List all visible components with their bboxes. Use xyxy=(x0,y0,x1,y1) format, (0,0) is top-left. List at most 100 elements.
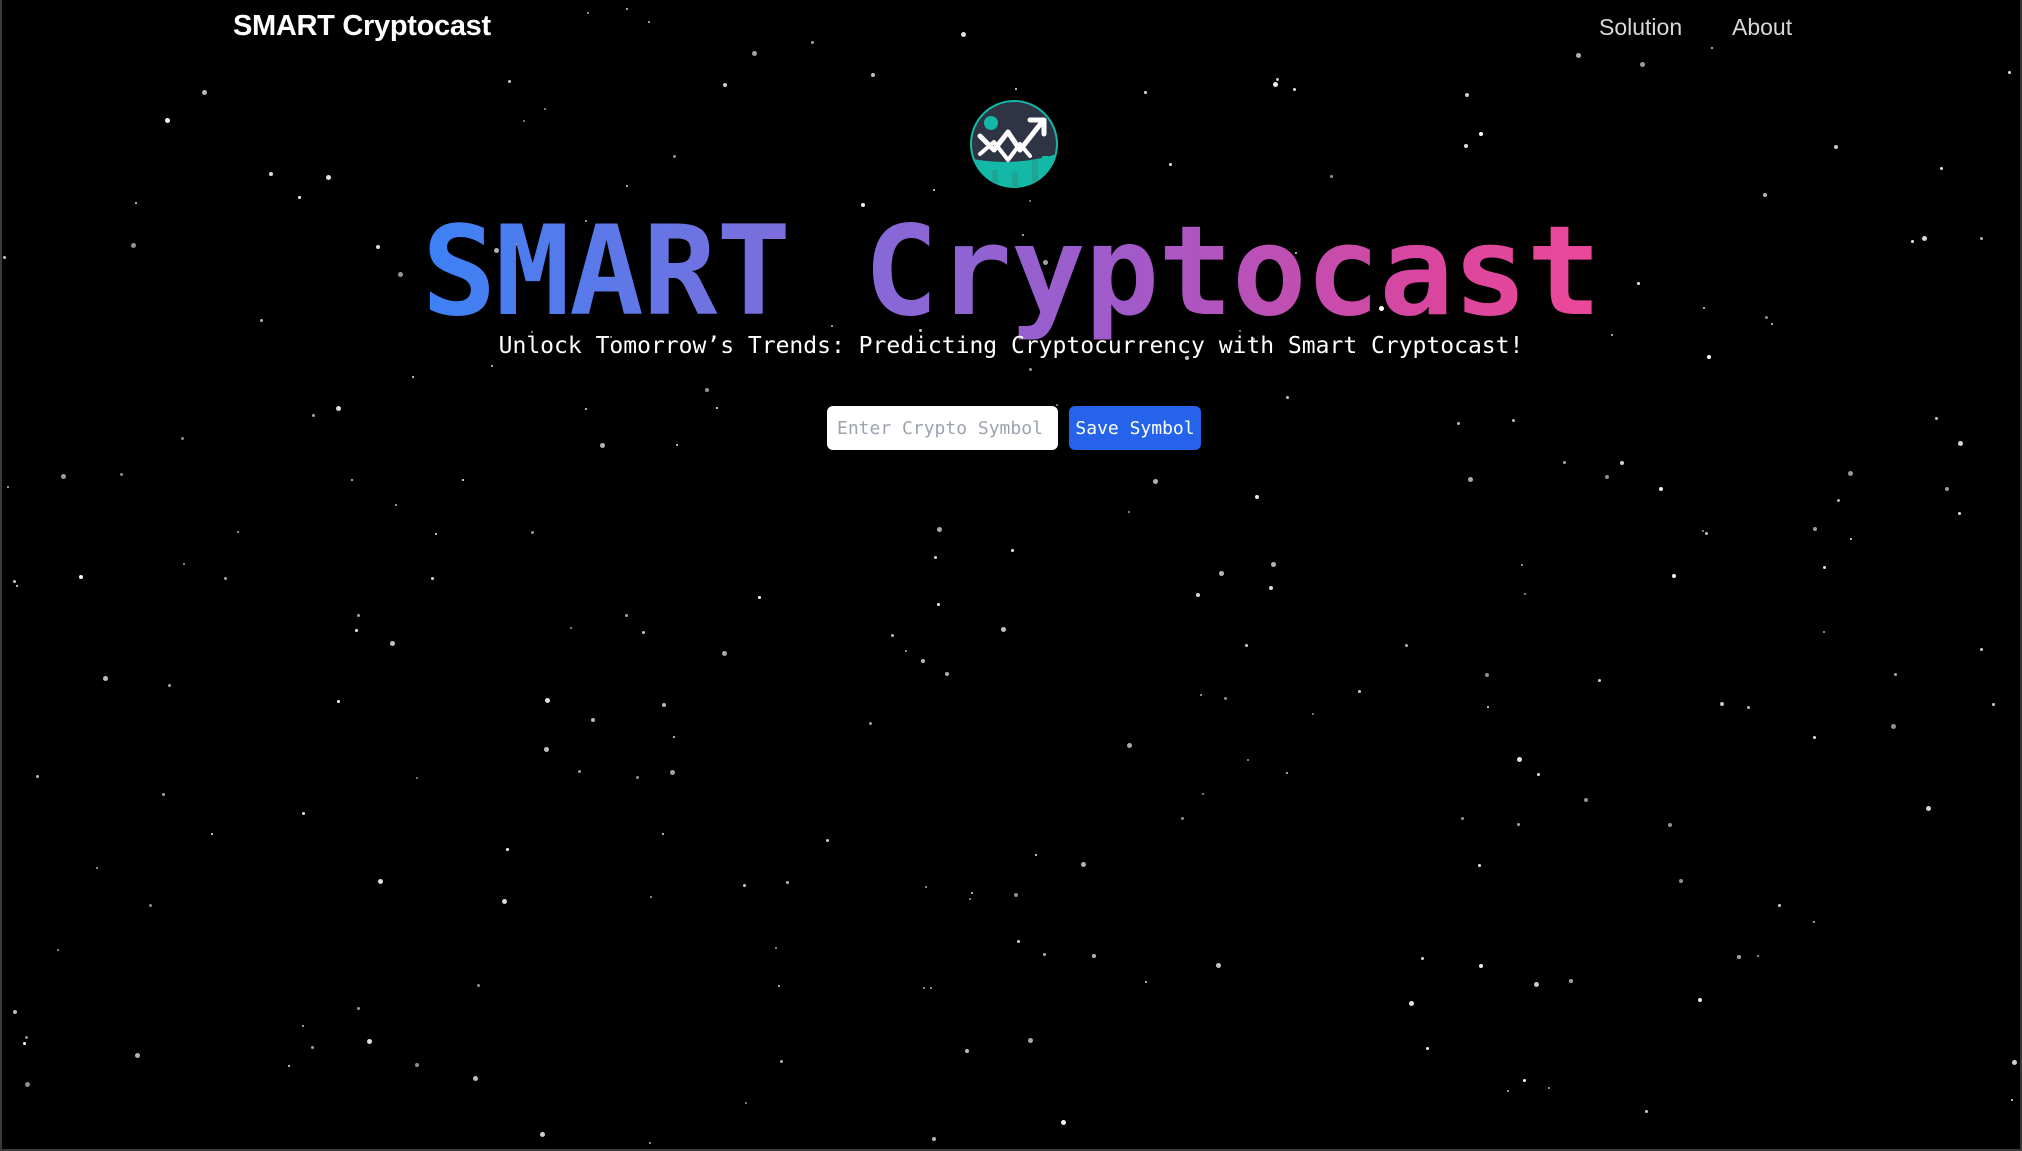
save-symbol-button[interactable]: Save Symbol xyxy=(1069,406,1201,450)
star-dot xyxy=(1672,574,1676,578)
star-dot xyxy=(183,563,185,565)
star-dot xyxy=(502,899,507,904)
star-dot xyxy=(1620,461,1624,465)
star-dot xyxy=(1487,706,1489,708)
star-dot xyxy=(302,812,305,815)
hero-title: SMART Cryptocast xyxy=(0,202,2022,342)
star-dot xyxy=(16,585,18,587)
star-dot xyxy=(1273,82,1278,87)
star-dot xyxy=(1426,1047,1429,1050)
star-dot xyxy=(477,984,480,987)
star-dot xyxy=(642,631,645,634)
star-dot xyxy=(1926,806,1931,811)
star-dot xyxy=(336,406,341,411)
star-dot xyxy=(1216,963,1221,968)
star-dot xyxy=(722,651,727,656)
star-dot xyxy=(473,1076,478,1081)
star-dot xyxy=(937,527,942,532)
star-dot xyxy=(1286,396,1289,399)
star-dot xyxy=(351,479,353,481)
star-dot xyxy=(1196,593,1200,597)
star-dot xyxy=(1200,694,1202,696)
star-dot xyxy=(1563,461,1566,464)
star-dot xyxy=(1778,904,1781,907)
star-dot xyxy=(1848,471,1853,476)
star-dot xyxy=(1478,864,1481,867)
star-dot xyxy=(25,1082,30,1087)
star-dot xyxy=(932,1137,936,1141)
star-dot xyxy=(1457,422,1460,425)
star-dot xyxy=(1524,593,1526,595)
star-dot xyxy=(1823,566,1826,569)
star-dot xyxy=(934,556,937,559)
star-dot xyxy=(1312,713,1314,715)
star-dot xyxy=(1517,757,1522,762)
star-dot xyxy=(103,676,108,681)
star-dot xyxy=(1255,495,1259,499)
star-dot xyxy=(1409,1001,1414,1006)
star-dot xyxy=(412,376,414,378)
star-dot xyxy=(1061,1120,1066,1125)
star-dot xyxy=(1011,549,1014,552)
crypto-symbol-input[interactable] xyxy=(827,406,1058,450)
star-dot xyxy=(302,1025,304,1027)
star-dot xyxy=(775,947,777,949)
star-dot xyxy=(1081,862,1086,867)
navbar: SMART Cryptocast Solution About xyxy=(0,0,2022,58)
star-dot xyxy=(625,614,628,617)
star-dot xyxy=(585,408,587,410)
star-dot xyxy=(1813,921,1815,923)
star-dot xyxy=(312,414,315,417)
star-dot xyxy=(650,896,652,898)
star-dot xyxy=(79,575,83,579)
star-dot xyxy=(1028,1038,1033,1043)
star-dot xyxy=(378,879,383,884)
star-dot xyxy=(1219,571,1224,576)
star-dot xyxy=(1702,530,1704,532)
star-dot xyxy=(1269,586,1273,590)
star-dot xyxy=(506,848,509,851)
star-dot xyxy=(1507,1090,1509,1092)
star-dot xyxy=(1224,697,1227,700)
star-dot xyxy=(649,1142,651,1144)
star-dot xyxy=(670,770,675,775)
star-dot xyxy=(1720,702,1724,706)
star-dot xyxy=(937,603,940,606)
star-dot xyxy=(288,1065,290,1067)
nav-link-solution[interactable]: Solution xyxy=(1599,14,1682,41)
star-dot xyxy=(2012,1060,2017,1065)
star-dot xyxy=(723,83,727,87)
star-dot xyxy=(676,444,678,446)
star-dot xyxy=(1534,982,1539,987)
star-dot xyxy=(1421,957,1424,960)
star-dot xyxy=(1276,78,1279,81)
star-dot xyxy=(705,388,709,392)
star-dot xyxy=(36,775,39,778)
star-dot xyxy=(1737,955,1741,959)
star-dot xyxy=(971,892,973,894)
star-dot xyxy=(570,627,572,629)
star-dot xyxy=(165,118,170,123)
star-dot xyxy=(923,987,925,989)
star-dot xyxy=(1247,759,1249,761)
nav-link-about[interactable]: About xyxy=(1732,14,1792,41)
star-dot xyxy=(298,196,301,199)
star-dot xyxy=(415,1063,419,1067)
star-dot xyxy=(1813,527,1817,531)
star-dot xyxy=(544,747,549,752)
star-dot xyxy=(1659,487,1663,491)
star-dot xyxy=(1935,417,1938,420)
star-dot xyxy=(1813,736,1816,739)
star-dot xyxy=(435,533,437,535)
star-dot xyxy=(337,700,340,703)
star-dot xyxy=(1958,441,1963,446)
star-dot xyxy=(1145,981,1147,983)
star-dot xyxy=(1512,419,1515,422)
star-dot xyxy=(1523,1079,1526,1082)
star-dot xyxy=(1679,879,1683,883)
star-dot xyxy=(600,443,605,448)
brand-logo-text[interactable]: SMART Cryptocast xyxy=(233,10,491,43)
star-dot xyxy=(96,867,98,869)
star-dot xyxy=(1891,724,1896,729)
star-dot xyxy=(871,73,875,77)
